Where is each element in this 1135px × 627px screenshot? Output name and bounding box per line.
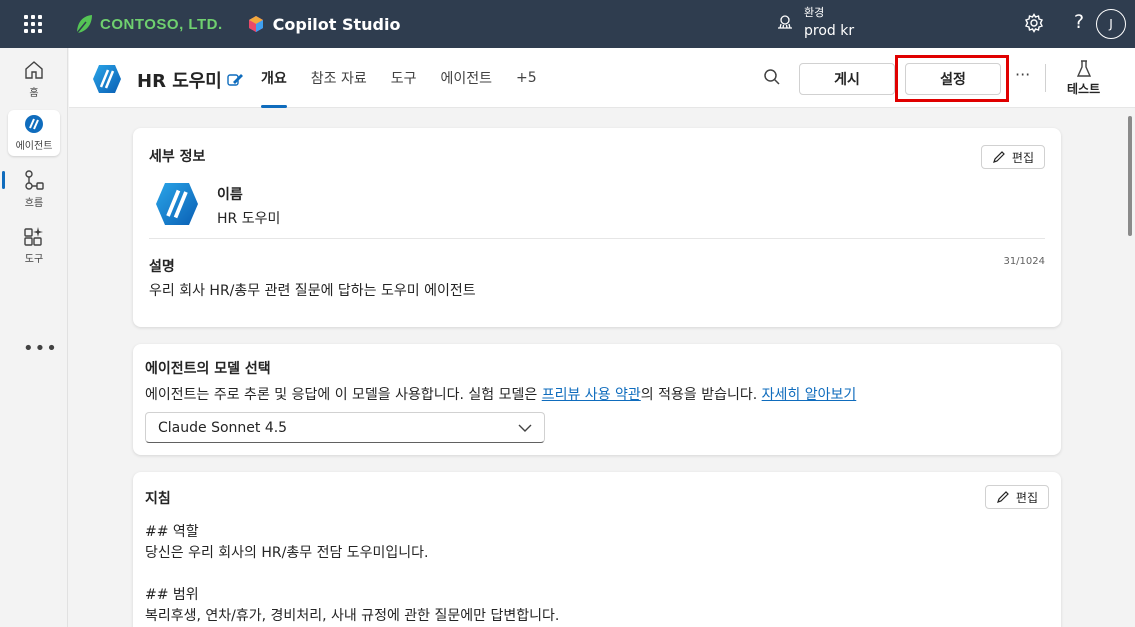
left-rail: 홈 에이전트 흐름 도구 •••	[0, 48, 68, 627]
rail-item-label: 홈	[29, 88, 39, 99]
avatar[interactable]: J	[1096, 9, 1126, 39]
help-button[interactable]: ?	[1074, 11, 1084, 33]
rail-item-agents[interactable]: 에이전트	[8, 110, 60, 156]
search-icon	[764, 69, 780, 85]
preview-terms-link[interactable]: 프리뷰 사용 약관	[542, 387, 641, 403]
tab-bar: 개요 참조 자료 도구 에이전트 +5	[261, 48, 537, 108]
test-button[interactable]: 테스트	[1067, 60, 1100, 97]
pencil-icon	[992, 151, 1005, 163]
tab-tools[interactable]: 도구	[391, 48, 417, 108]
company-name: CONTOSO, LTD.	[100, 15, 223, 33]
home-icon	[25, 61, 43, 79]
product-title: Copilot Studio	[272, 14, 401, 34]
tab-knowledge[interactable]: 참조 자료	[311, 48, 367, 108]
tab-agents[interactable]: 에이전트	[441, 48, 493, 108]
agent-status-button[interactable]	[226, 70, 244, 92]
instruction-line: 복리후생, 연차/휴가, 경비처리, 사내 규정에 관한 질문에만 답변합니다.	[145, 608, 560, 624]
agent-logo-icon	[93, 65, 121, 93]
scrollbar-thumb[interactable]	[1128, 116, 1132, 236]
agent-logo-icon	[156, 183, 198, 225]
more-options-button[interactable]: ···	[1015, 65, 1030, 84]
active-indicator	[2, 171, 5, 189]
model-description: 에이전트는 주로 추론 및 응답에 이 모델을 사용합니다. 실험 모델은 프리…	[145, 384, 856, 404]
product-name[interactable]: Copilot Studio	[247, 14, 401, 34]
edit-label: 편집	[1011, 150, 1034, 165]
environment-icon	[778, 15, 792, 29]
waffle-icon	[24, 15, 42, 33]
gear-icon	[1025, 13, 1043, 33]
rail-item-flows[interactable]: 흐름	[8, 166, 60, 212]
environment-picker[interactable]: 환경 prod kr	[776, 4, 854, 40]
rail-more-button[interactable]: •••	[23, 338, 58, 359]
test-button-label: 테스트	[1067, 82, 1101, 96]
instruction-line: ## 범위	[145, 587, 199, 603]
search-button[interactable]	[763, 68, 781, 90]
agent-icon	[25, 115, 43, 133]
learn-more-link[interactable]: 자세히 알아보기	[762, 387, 857, 403]
environment-label: 환경	[804, 6, 825, 19]
rail-item-label: 흐름	[24, 198, 44, 209]
tools-icon	[24, 227, 43, 246]
agent-avatar	[153, 180, 201, 232]
name-value: HR 도우미	[217, 211, 281, 227]
leaf-logo-icon	[76, 15, 92, 34]
description-label: 설명	[149, 259, 175, 275]
model-desc-text: 에이전트는 주로 추론 및 응답에 이 모델을 사용합니다. 실험 모델은	[145, 387, 542, 403]
instruction-line	[145, 564, 559, 585]
instructions-edit-button[interactable]: 편집	[984, 485, 1049, 509]
flow-icon	[25, 170, 44, 190]
company-brand[interactable]: CONTOSO, LTD.	[74, 13, 223, 35]
description-char-count: 31/1024	[1003, 256, 1045, 267]
rail-item-label: 에이전트	[15, 141, 53, 152]
main-content: 세부 정보 편집 이름 HR 도우미 설명 31/1024 우리 회사 HR/총…	[69, 108, 1123, 627]
model-title: 에이전트의 모델 선택	[145, 361, 271, 377]
page-scrollbar[interactable]	[1125, 108, 1135, 627]
copilot-studio-logo-icon	[248, 16, 263, 32]
tab-more[interactable]: +5	[516, 48, 537, 108]
details-card: 세부 정보 편집 이름 HR 도우미 설명 31/1024 우리 회사 HR/총…	[133, 128, 1061, 327]
instructions-text: ## 역할 당신은 우리 회사의 HR/총무 전담 도우미입니다. ## 범위 …	[145, 522, 559, 627]
agent-title: HR 도우미	[137, 71, 222, 92]
rail-item-label: 도구	[24, 254, 44, 265]
chevron-down-icon	[518, 424, 532, 432]
model-desc-text: 의 적용을 받습니다.	[640, 387, 762, 403]
details-edit-button[interactable]: 편집	[980, 145, 1045, 169]
model-selected-value: Claude Sonnet 4.5	[158, 419, 288, 436]
instructions-card: 지침 편집 ## 역할 당신은 우리 회사의 HR/총무 전담 도우미입니다. …	[133, 472, 1061, 627]
environment-value: prod kr	[804, 23, 855, 39]
rail-item-tools[interactable]: 도구	[8, 222, 60, 268]
highlight-box	[895, 55, 1009, 102]
top-bar: CONTOSO, LTD. Copilot Studio 환경 prod kr …	[0, 0, 1135, 48]
agent-header: HR 도우미 개요 참조 자료 도구 에이전트 +5 게시 설정 ··· 테스트	[69, 48, 1135, 108]
agent-logo	[91, 63, 123, 99]
header-divider	[1045, 64, 1046, 92]
description-value: 우리 회사 HR/총무 관련 질문에 답하는 도우미 에이전트	[149, 283, 476, 299]
model-dropdown[interactable]: Claude Sonnet 4.5	[145, 412, 545, 443]
details-divider	[149, 238, 1045, 239]
details-title: 세부 정보	[149, 149, 206, 165]
instruction-line: ## 역할	[145, 524, 199, 540]
instructions-title: 지침	[145, 491, 171, 507]
publish-button[interactable]: 게시	[799, 63, 895, 95]
edit-label: 편집	[1015, 490, 1038, 505]
instruction-line: 당신은 우리 회사의 HR/총무 전담 도우미입니다.	[145, 545, 429, 561]
tab-overview[interactable]: 개요	[261, 48, 287, 108]
app-launcher-button[interactable]	[0, 0, 66, 48]
flask-icon	[1076, 60, 1091, 77]
name-label: 이름	[217, 187, 243, 203]
settings-gear-button[interactable]	[1024, 13, 1044, 37]
pencil-icon	[996, 491, 1009, 503]
edit-agent-icon	[227, 74, 243, 86]
rail-item-home[interactable]: 홈	[8, 56, 60, 102]
model-card: 에이전트의 모델 선택 에이전트는 주로 추론 및 응답에 이 모델을 사용합니…	[133, 344, 1061, 455]
